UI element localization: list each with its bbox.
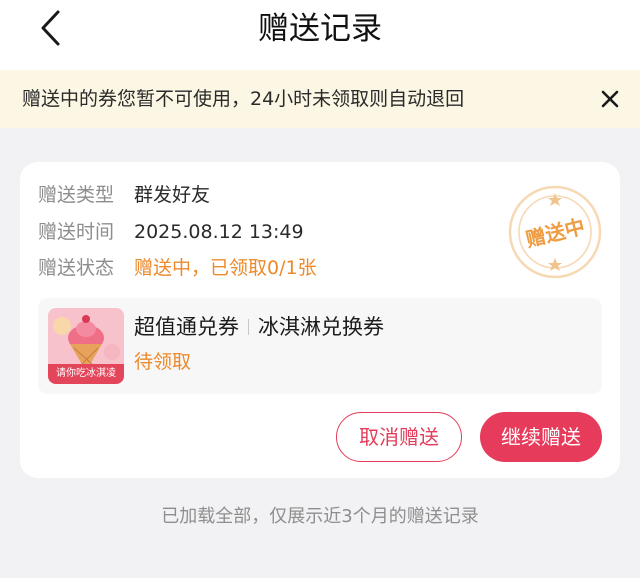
coupon-status: 待领取: [134, 351, 192, 373]
top-nav-bar: 赠送记录: [0, 0, 640, 70]
stamp-text: 赠送中: [523, 214, 587, 252]
cancel-gift-button[interactable]: 取消赠送: [336, 412, 462, 462]
notice-banner: 赠送中的券您暂不可使用，24小时未领取则自动退回: [0, 70, 640, 128]
coupon-subname: 冰淇淋兑换券: [258, 315, 384, 339]
notice-text: 赠送中的券您暂不可使用，24小时未领取则自动退回: [22, 88, 465, 110]
title-divider: [248, 319, 249, 335]
list-end-note: 已加载全部，仅展示近3个月的赠送记录: [161, 506, 479, 527]
gift-type-label: 赠送类型: [38, 184, 115, 206]
gift-type-value: 群发好友: [134, 184, 211, 206]
page-title: 赠送记录: [258, 11, 382, 47]
gifting-stamp-icon: 赠送中: [508, 185, 602, 279]
continue-gift-button[interactable]: 继续赠送: [480, 412, 602, 462]
notice-close-button[interactable]: [598, 87, 622, 111]
coupon-name: 超值通兑券: [134, 315, 239, 339]
gift-time-value: 2025.08.12 13:49: [134, 221, 304, 243]
coupon-item[interactable]: 请你吃冰淇凌 超值通兑券 冰淇淋兑换券 待领取: [38, 298, 602, 394]
gift-status-label: 赠送状态: [38, 257, 115, 279]
gift-record-card: 赠送类型 群发好友 赠送时间 2025.08.12 13:49 赠送状态 赠送中，已领…: [20, 162, 620, 478]
gift-status-row: 赠送状态 赠送中，已领取0/1张: [38, 253, 317, 283]
coupon-title: 超值通兑券 冰淇淋兑换券: [134, 312, 384, 342]
gift-type-row: 赠送类型 群发好友: [38, 180, 210, 210]
coupon-thumbnail-caption: 请你吃冰淇凌: [48, 364, 124, 384]
gift-time-row: 赠送时间 2025.08.12 13:49: [38, 217, 304, 247]
coupon-thumbnail: 请你吃冰淇凌: [48, 308, 124, 384]
gift-status-value: 赠送中，已领取0/1张: [134, 257, 317, 279]
gift-time-label: 赠送时间: [38, 221, 115, 243]
close-icon: [601, 90, 619, 108]
